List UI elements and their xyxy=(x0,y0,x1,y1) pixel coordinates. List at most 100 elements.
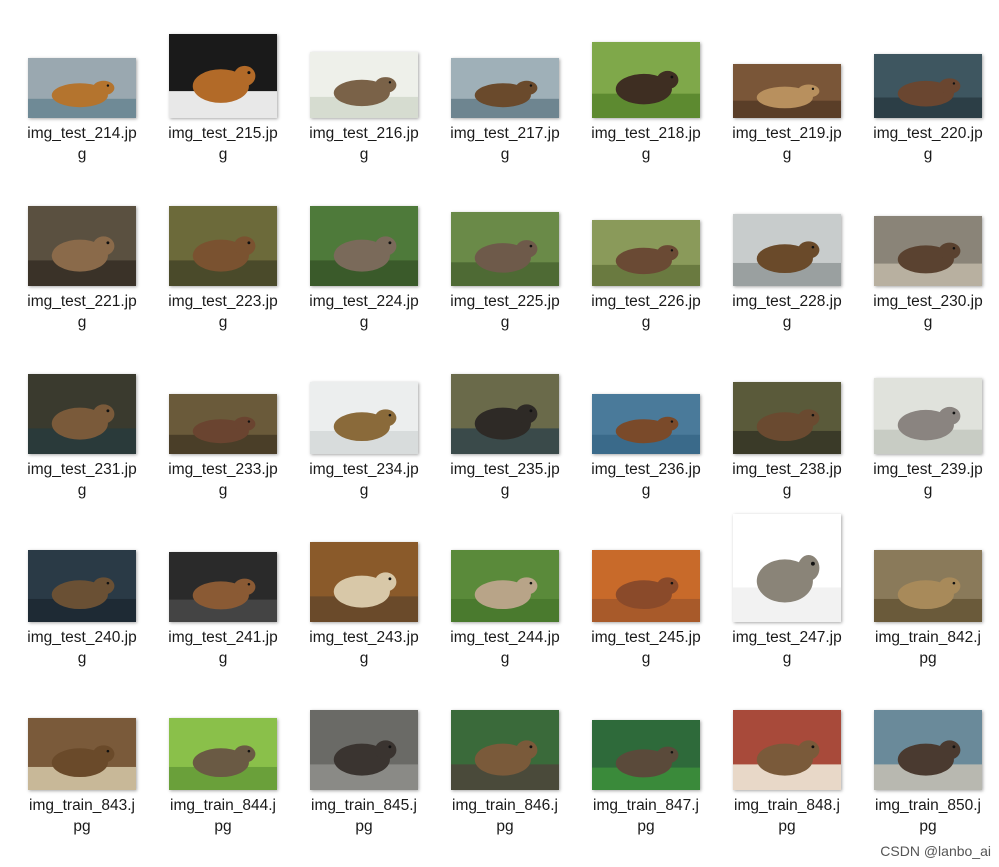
image-thumbnail[interactable] xyxy=(169,34,277,118)
image-thumbnail[interactable] xyxy=(733,382,841,454)
file-item[interactable]: img_train_845.j pg xyxy=(299,690,429,850)
beaver-head xyxy=(374,740,397,760)
file-item[interactable]: img_train_844.j pg xyxy=(158,690,288,850)
image-thumbnail[interactable] xyxy=(28,718,136,790)
image-thumbnail[interactable] xyxy=(874,54,982,118)
image-thumbnail[interactable] xyxy=(874,378,982,454)
file-item[interactable]: img_test_235.jp g xyxy=(440,354,570,514)
file-grid: img_test_214.jp g img_test_215.jp g img_test… xyxy=(0,0,999,867)
file-item[interactable]: img_test_231.jp g xyxy=(17,354,147,514)
file-item[interactable]: img_test_219.jp g xyxy=(722,18,852,178)
image-thumbnail[interactable] xyxy=(733,64,841,118)
beaver-photo-icon xyxy=(874,550,982,622)
beaver-eye xyxy=(952,745,956,749)
file-name-line-2: pg xyxy=(355,818,373,835)
beaver-eye xyxy=(529,84,533,87)
image-thumbnail[interactable] xyxy=(310,542,418,622)
file-item[interactable]: img_test_217.jp g xyxy=(440,18,570,178)
image-thumbnail[interactable] xyxy=(28,58,136,118)
file-item[interactable]: img_train_848.j pg xyxy=(722,690,852,850)
file-item[interactable]: img_test_238.jp g xyxy=(722,354,852,514)
image-thumbnail[interactable] xyxy=(169,206,277,286)
beaver-photo-icon xyxy=(451,374,559,454)
beaver-eye xyxy=(388,413,392,417)
file-name-line-1: img_test_219.jp xyxy=(732,125,842,142)
file-item[interactable]: img_train_843.j pg xyxy=(17,690,147,850)
file-item[interactable]: img_test_243.jp g xyxy=(299,522,429,682)
file-name-line-1: img_test_239.jp xyxy=(873,461,983,478)
image-thumbnail[interactable] xyxy=(28,550,136,622)
thumbnail-box xyxy=(299,18,429,118)
beaver-head xyxy=(515,404,538,424)
image-thumbnail[interactable] xyxy=(451,212,559,286)
file-item[interactable]: img_test_228.jp g xyxy=(722,186,852,346)
thumbnail-box xyxy=(17,690,147,790)
thumbnail-box xyxy=(440,18,570,118)
image-thumbnail[interactable] xyxy=(733,710,841,790)
beaver-head xyxy=(656,577,679,595)
file-item[interactable]: img_train_850.j pg xyxy=(863,690,993,850)
image-thumbnail[interactable] xyxy=(310,206,418,286)
file-item[interactable]: img_test_245.jp g xyxy=(581,522,711,682)
image-thumbnail[interactable] xyxy=(451,374,559,454)
thumbnail-box xyxy=(17,18,147,118)
file-item[interactable]: img_test_215.jp g xyxy=(158,18,288,178)
beaver-photo-icon xyxy=(169,552,277,622)
image-thumbnail[interactable] xyxy=(592,42,700,118)
file-item[interactable]: img_test_226.jp g xyxy=(581,186,711,346)
image-thumbnail[interactable] xyxy=(310,382,418,454)
beaver-photo-icon xyxy=(28,58,136,118)
file-item[interactable]: img_test_214.jp g xyxy=(17,18,147,178)
file-item[interactable]: img_test_239.jp g xyxy=(863,354,993,514)
image-thumbnail[interactable] xyxy=(310,710,418,790)
image-thumbnail[interactable] xyxy=(451,550,559,622)
file-name-line-2: pg xyxy=(919,818,937,835)
image-thumbnail[interactable] xyxy=(169,718,277,790)
file-item[interactable]: img_test_218.jp g xyxy=(581,18,711,178)
image-thumbnail[interactable] xyxy=(28,374,136,454)
image-thumbnail[interactable] xyxy=(874,550,982,622)
thumbnail-box xyxy=(158,522,288,622)
file-item[interactable]: img_test_234.jp g xyxy=(299,354,429,514)
image-thumbnail[interactable] xyxy=(310,52,418,118)
beaver-eye xyxy=(529,244,533,248)
file-item[interactable]: img_test_216.jp g xyxy=(299,18,429,178)
beaver-photo-icon xyxy=(592,550,700,622)
image-thumbnail[interactable] xyxy=(592,720,700,790)
image-thumbnail[interactable] xyxy=(169,552,277,622)
image-thumbnail[interactable] xyxy=(169,394,277,454)
file-item[interactable]: img_test_220.jp g xyxy=(863,18,993,178)
beaver-eye xyxy=(247,749,251,753)
image-thumbnail[interactable] xyxy=(733,514,841,622)
file-item[interactable]: img_test_224.jp g xyxy=(299,186,429,346)
image-thumbnail[interactable] xyxy=(28,206,136,286)
image-thumbnail[interactable] xyxy=(592,220,700,286)
file-item[interactable]: img_test_233.jp g xyxy=(158,354,288,514)
image-thumbnail[interactable] xyxy=(874,216,982,286)
file-name-label: img_test_238.jp g xyxy=(722,459,852,501)
beaver-head xyxy=(92,404,115,424)
file-item[interactable]: img_test_240.jp g xyxy=(17,522,147,682)
image-thumbnail[interactable] xyxy=(451,710,559,790)
file-item[interactable]: img_test_244.jp g xyxy=(440,522,570,682)
file-item[interactable]: img_test_225.jp g xyxy=(440,186,570,346)
file-item[interactable]: img_train_842.j pg xyxy=(863,522,993,682)
file-item[interactable]: img_test_230.jp g xyxy=(863,186,993,346)
image-thumbnail[interactable] xyxy=(874,710,982,790)
file-item[interactable]: img_test_221.jp g xyxy=(17,186,147,346)
image-thumbnail[interactable] xyxy=(592,550,700,622)
image-thumbnail[interactable] xyxy=(733,214,841,286)
beaver-photo-icon xyxy=(874,710,982,790)
file-name-line-1: img_test_220.jp xyxy=(873,125,983,142)
file-item[interactable]: img_test_247.jp g xyxy=(722,514,852,682)
beaver-head xyxy=(374,409,397,427)
file-name-line-2: g xyxy=(641,146,651,163)
file-item[interactable]: img_test_236.jp g xyxy=(581,354,711,514)
file-name-label: img_train_842.j pg xyxy=(863,627,993,669)
file-item[interactable]: img_train_847.j pg xyxy=(581,690,711,850)
image-thumbnail[interactable] xyxy=(451,58,559,118)
image-thumbnail[interactable] xyxy=(592,394,700,454)
file-item[interactable]: img_test_223.jp g xyxy=(158,186,288,346)
file-item[interactable]: img_train_846.j pg xyxy=(440,690,570,850)
file-item[interactable]: img_test_241.jp g xyxy=(158,522,288,682)
